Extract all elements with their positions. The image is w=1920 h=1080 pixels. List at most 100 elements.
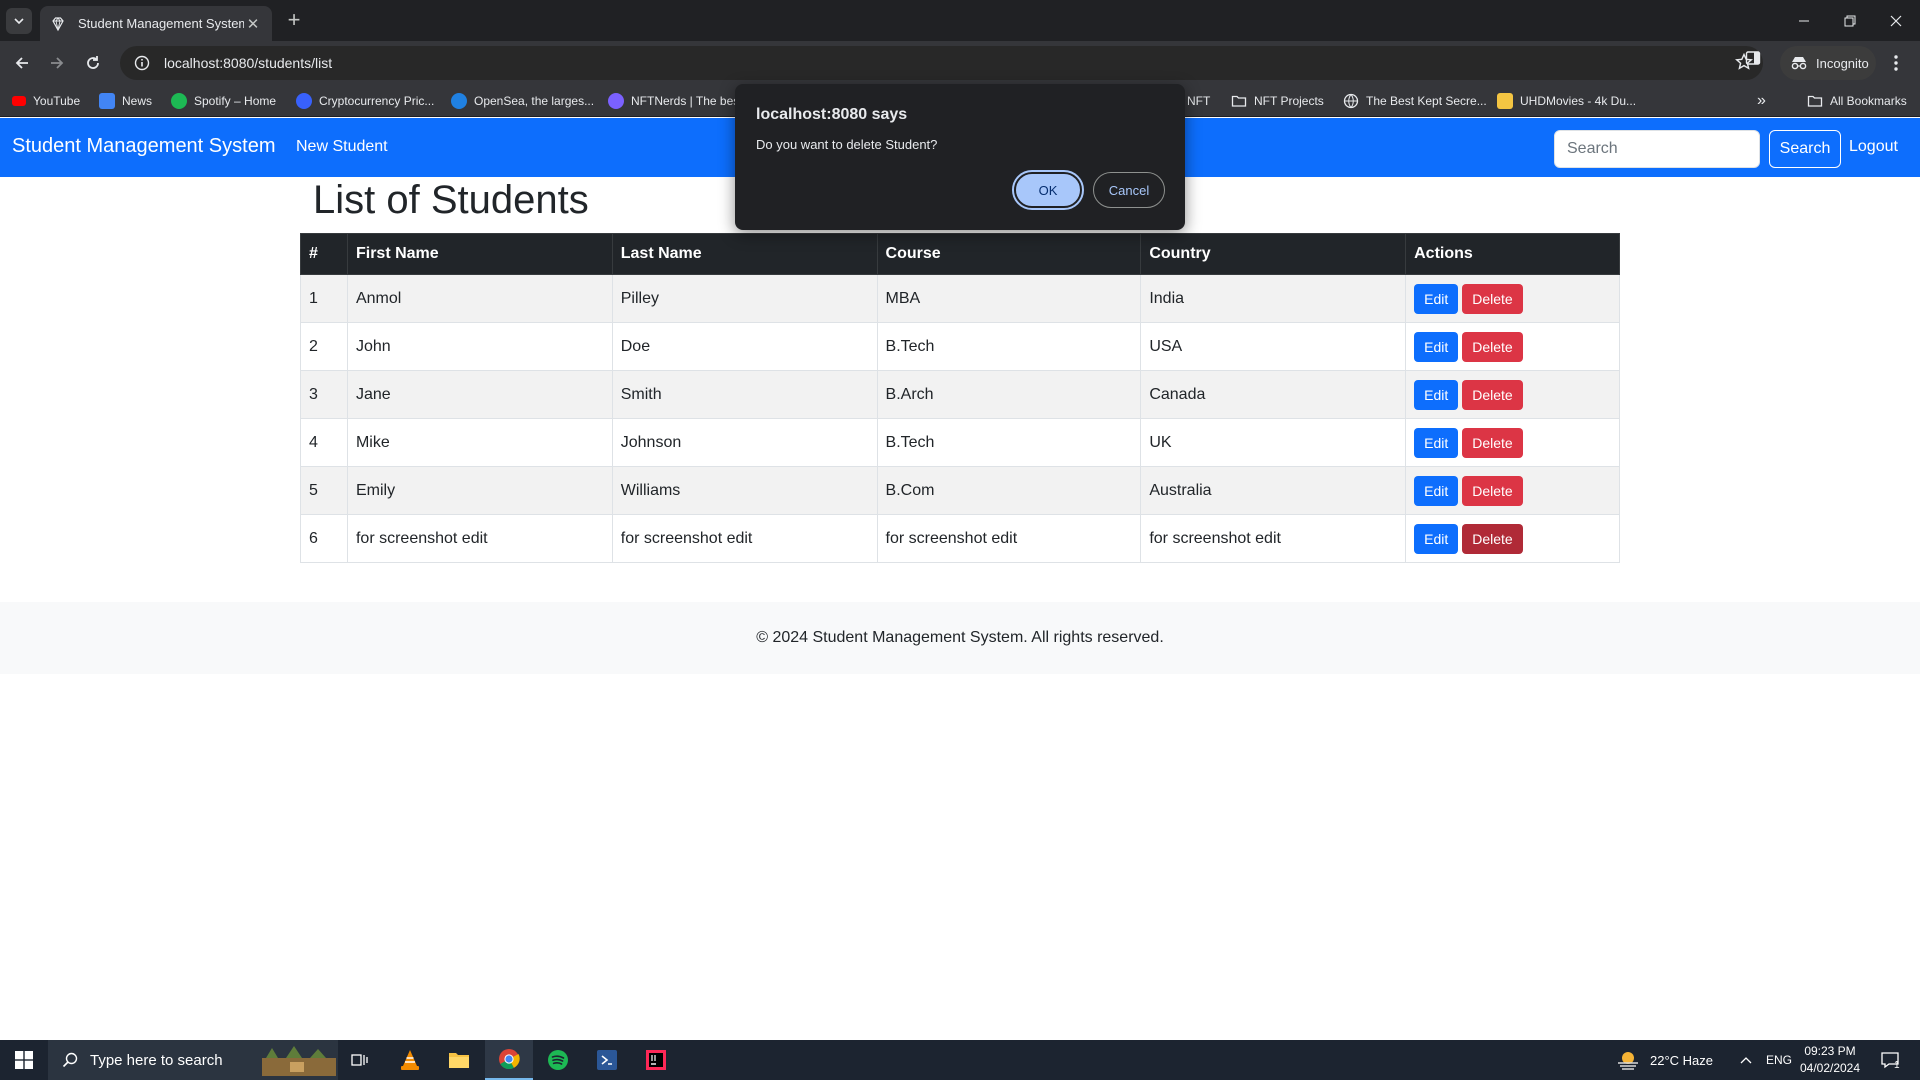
edit-button[interactable]: Edit [1414, 475, 1459, 506]
bookmarks-overflow-chevron-icon[interactable]: » [1757, 91, 1766, 111]
cell-country: Australia [1140, 466, 1407, 515]
haze-weather-icon [1618, 1052, 1638, 1070]
reload-button[interactable] [80, 50, 106, 76]
logout-link[interactable]: Logout [1849, 138, 1898, 156]
bookmark-opensea[interactable]: OpenSea, the larges... [451, 91, 594, 111]
delete-button[interactable]: Delete [1462, 427, 1523, 458]
windows-logo-icon [15, 1051, 33, 1069]
bookmark-spotify[interactable]: Spotify – Home [171, 91, 276, 111]
dialog-ok-button[interactable]: OK [1012, 170, 1084, 210]
minimize-icon [1799, 20, 1809, 21]
bookmark-folder-nft[interactable]: NFT [1187, 91, 1210, 111]
diamond-favicon-icon [52, 16, 64, 31]
delete-button[interactable]: Delete [1462, 283, 1523, 314]
edit-button[interactable]: Edit [1414, 379, 1459, 410]
cell-id: 6 [300, 514, 348, 563]
search-button[interactable]: Search [1769, 130, 1841, 168]
bookmark-best-kept-secret[interactable]: The Best Kept Secre... [1343, 91, 1487, 111]
cell-actions: Edit Delete [1405, 370, 1620, 419]
navbar-brand[interactable]: Student Management System [12, 135, 275, 158]
bookmark-label: The Best Kept Secre... [1366, 94, 1487, 108]
new-student-link[interactable]: New Student [296, 138, 388, 156]
nftnerds-icon [608, 93, 624, 109]
task-view-button[interactable] [336, 1040, 384, 1080]
forward-button[interactable] [44, 50, 70, 76]
cell-first-name: Emily [346, 466, 613, 515]
arrow-right-icon [51, 57, 64, 69]
tab-close-icon[interactable]: ✕ [244, 15, 262, 33]
start-button[interactable] [0, 1040, 48, 1080]
edit-button[interactable]: Edit [1414, 427, 1459, 458]
youtube-icon [12, 96, 26, 106]
bookmark-cryptocurrency[interactable]: Cryptocurrency Pric... [296, 91, 434, 111]
incognito-icon [1791, 57, 1807, 70]
taskbar-search-box[interactable]: Type here to search [48, 1040, 338, 1080]
delete-button[interactable]: Delete [1462, 331, 1523, 362]
delete-button[interactable]: Delete [1462, 475, 1523, 506]
side-panel-button[interactable] [1745, 50, 1761, 71]
bookmark-uhdmovies[interactable]: UHDMovies - 4k Du... [1497, 91, 1636, 111]
tab-search-button[interactable] [6, 8, 32, 34]
cell-last-name: Williams [611, 466, 878, 515]
bookmark-folder-nft-projects[interactable]: NFT Projects [1231, 91, 1324, 111]
search-input[interactable] [1554, 130, 1760, 168]
bookmark-label: NFTNerds | The bes... [631, 94, 750, 108]
clock-date: 04/02/2024 [1799, 1061, 1861, 1075]
coinmarketcap-icon [296, 93, 312, 109]
taskbar-spotify[interactable] [534, 1040, 582, 1080]
taskbar-file-explorer[interactable] [435, 1040, 483, 1080]
taskbar-vscode[interactable] [583, 1040, 631, 1080]
taskbar-vlc[interactable] [386, 1040, 434, 1080]
dialog-cancel-button[interactable]: Cancel [1093, 172, 1165, 208]
weather-widget[interactable]: 22°C Haze [1616, 1040, 1713, 1080]
language-indicator[interactable]: ENG [1766, 1040, 1792, 1080]
bookmark-nftnerds[interactable]: NFTNerds | The bes... [608, 91, 749, 111]
taskbar-chrome[interactable] [485, 1040, 533, 1080]
delete-button[interactable]: Delete [1462, 379, 1523, 410]
browser-menu-button[interactable] [1888, 50, 1904, 81]
folder-icon [1807, 95, 1823, 107]
more-vertical-icon [1894, 55, 1898, 71]
search-highlight-scene-icon [262, 1046, 336, 1076]
new-tab-button[interactable]: + [282, 9, 306, 33]
bookmark-news[interactable]: News [99, 91, 152, 111]
edit-button[interactable]: Edit [1414, 283, 1459, 314]
table-row: 2 John Doe B.Tech USA Edit Delete [300, 322, 1620, 371]
taskbar-search-placeholder: Type here to search [90, 1051, 223, 1069]
minimize-button[interactable] [1781, 0, 1827, 41]
bookmark-label: UHDMovies - 4k Du... [1520, 94, 1637, 108]
all-bookmarks-label: All Bookmarks [1830, 94, 1907, 108]
bookmark-label: Spotify – Home [194, 94, 277, 108]
url-text[interactable]: localhost:8080/students/list [164, 55, 332, 71]
restore-icon [1844, 15, 1856, 26]
column-header-number: # [300, 233, 348, 275]
table-row: 3 Jane Smith B.Arch Canada Edit Delete [300, 370, 1620, 419]
edit-button[interactable]: Edit [1414, 331, 1459, 362]
cell-course: MBA [876, 274, 1142, 323]
edit-button[interactable]: Edit [1414, 523, 1459, 554]
back-button[interactable] [9, 50, 35, 76]
bookmark-label: OpenSea, the larges... [474, 94, 595, 108]
bookmark-label: Cryptocurrency Pric... [319, 94, 435, 108]
close-window-button[interactable] [1873, 0, 1919, 41]
cell-course: B.Com [876, 466, 1142, 515]
side-panel-icon [1745, 51, 1761, 65]
system-clock[interactable]: 09:23 PM 04/02/2024 [1794, 1043, 1866, 1077]
delete-button[interactable]: Delete [1462, 523, 1523, 554]
notification-center-button[interactable]: 1 [1880, 1040, 1900, 1080]
site-info-icon[interactable] [134, 55, 150, 71]
taskbar-intellij[interactable] [632, 1040, 680, 1080]
dialog-origin: localhost:8080 says [756, 106, 908, 123]
cell-country: India [1140, 274, 1407, 323]
address-bar[interactable]: localhost:8080/students/list [120, 46, 1763, 80]
cell-course: for screenshot edit [876, 514, 1142, 563]
incognito-label: Incognito [1816, 55, 1869, 71]
bookmark-youtube[interactable]: YouTube [12, 91, 80, 111]
browser-toolbar: localhost:8080/students/list Incognito [0, 41, 1920, 84]
restore-button[interactable] [1827, 0, 1873, 41]
browser-tab-active[interactable]: Student Management System ✕ [40, 6, 272, 41]
incognito-badge[interactable]: Incognito [1780, 46, 1876, 80]
all-bookmarks-button[interactable]: All Bookmarks [1807, 91, 1907, 111]
cell-first-name: Mike [346, 418, 613, 467]
hidden-icons-chevron-icon[interactable] [1740, 1040, 1752, 1080]
